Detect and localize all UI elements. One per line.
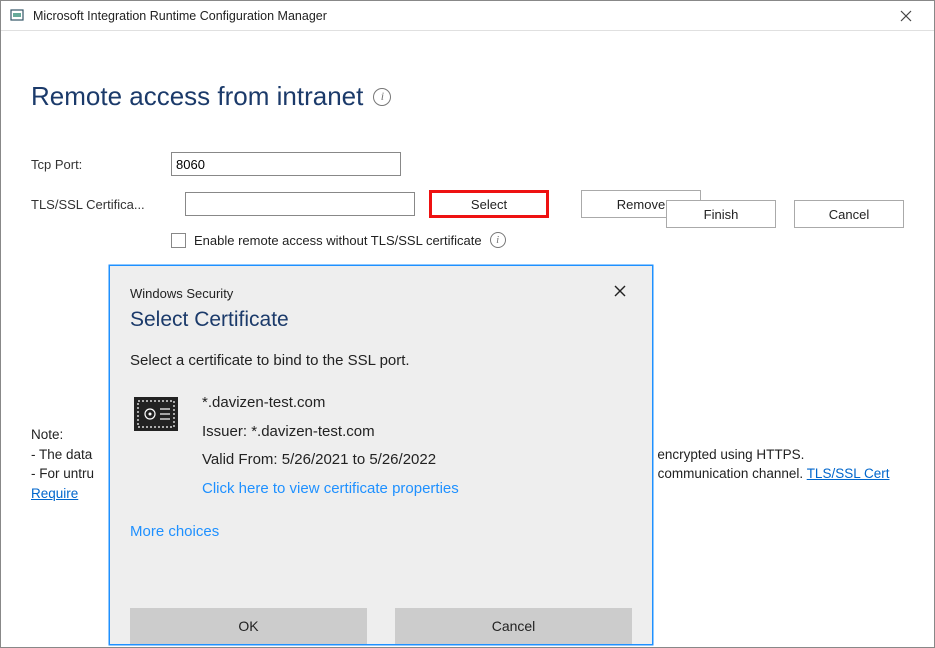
certificate-issuer: Issuer: *.davizen-test.com [202,418,459,447]
certificate-name: *.davizen-test.com [202,389,459,418]
info-icon[interactable]: i [490,232,506,248]
view-certificate-properties-link[interactable]: Click here to view certificate propertie… [202,475,459,504]
tcp-port-label: Tcp Port: [31,157,171,172]
certificate-validity: Valid From: 5/26/2021 to 5/26/2022 [202,446,459,475]
tcp-port-input[interactable] [171,152,401,176]
dialog-ok-button[interactable]: OK [130,608,367,644]
certificate-input[interactable] [185,192,415,216]
more-choices-link[interactable]: More choices [130,523,632,540]
select-certificate-button[interactable]: Select [429,190,549,218]
dialog-title: Select Certificate [130,308,632,332]
certificate-details: *.davizen-test.com Issuer: *.davizen-tes… [202,389,459,503]
page-heading: Remote access from intranet i [31,81,904,112]
main-window: Microsoft Integration Runtime Configurat… [0,0,935,648]
tcp-port-row: Tcp Port: [31,152,904,176]
dialog-header-text: Windows Security [130,286,233,301]
finish-button[interactable]: Finish [666,200,776,228]
enable-remote-checkbox-row: Enable remote access without TLS/SSL cer… [171,232,904,248]
security-dialog: Windows Security Select Certificate Sele… [109,265,653,645]
dialog-header: Windows Security [130,282,632,304]
app-icon [9,8,25,24]
certificate-label: TLS/SSL Certifica... [31,197,171,212]
enable-remote-checkbox[interactable] [171,233,186,248]
cancel-button[interactable]: Cancel [794,200,904,228]
dialog-cancel-button[interactable]: Cancel [395,608,632,644]
certificate-item[interactable]: *.davizen-test.com Issuer: *.davizen-tes… [130,389,632,503]
dialog-buttons: OK Cancel [110,608,652,644]
certificate-icon [130,389,182,441]
dialog-close-button[interactable] [608,282,632,304]
footer-buttons: Finish Cancel [666,200,904,228]
page-heading-text: Remote access from intranet [31,81,363,112]
window-title: Microsoft Integration Runtime Configurat… [33,9,327,23]
info-icon[interactable]: i [373,88,391,106]
content-area: Remote access from intranet i Tcp Port: … [1,31,934,268]
dialog-instruction: Select a certificate to bind to the SSL … [130,352,632,369]
window-close-button[interactable] [886,2,926,30]
enable-remote-checkbox-label: Enable remote access without TLS/SSL cer… [194,233,482,248]
titlebar: Microsoft Integration Runtime Configurat… [1,1,934,31]
